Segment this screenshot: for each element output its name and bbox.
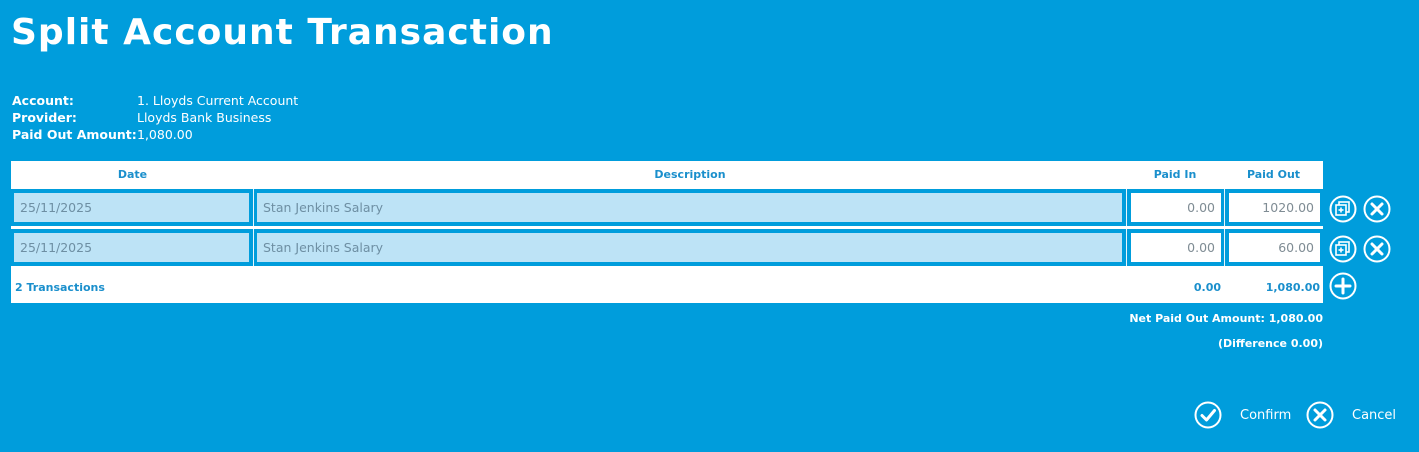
paid-out-total: 1,080.00 [1265,281,1320,294]
check-circle-icon [1194,401,1222,429]
column-divider [1224,189,1225,226]
page-title: Split Account Transaction [11,12,554,53]
date-field[interactable]: 25/11/2025 [14,193,249,222]
paid-in-total: 0.00 [1193,281,1221,294]
date-field[interactable]: 25/11/2025 [14,233,249,262]
column-header-paid-in: Paid In [1153,168,1197,181]
column-divider [253,229,254,266]
paid-out-amount-label: Paid Out Amount: [12,127,137,142]
close-circle-icon [1363,195,1391,223]
cancel-label: Cancel [1352,407,1397,423]
account-label: Account: [12,93,74,108]
column-divider [1224,229,1225,266]
column-divider [253,189,254,226]
difference-amount: (Difference 0.00) [1218,337,1323,350]
table-row: 25/11/2025 Stan Jenkins Salary 0.00 1020… [11,189,1323,226]
cancel-button[interactable]: Cancel [1306,401,1396,429]
column-divider [1126,189,1127,226]
account-value: 1. Lloyds Current Account [137,93,299,108]
provider-label: Provider: [12,110,77,125]
net-paid-out-amount: Net Paid Out Amount: 1,080.00 [1129,312,1323,325]
paid-in-input[interactable]: 0.00 [1131,193,1221,222]
column-header-date: Date [117,168,148,181]
confirm-button[interactable]: Confirm [1194,401,1291,429]
description-field[interactable]: Stan Jenkins Salary [257,233,1122,262]
remove-row-button[interactable] [1363,235,1391,263]
confirm-label: Confirm [1240,407,1292,423]
column-header-paid-out: Paid Out [1246,168,1301,181]
remove-row-button[interactable] [1363,195,1391,223]
split-transactions-table: Date Description Paid In Paid Out 25/11/… [11,161,1323,303]
copy-row-button[interactable] [1329,235,1357,263]
plus-circle-icon [1329,272,1357,300]
copy-icon [1329,235,1357,263]
add-row-button[interactable] [1329,272,1357,300]
copy-row-button[interactable] [1329,195,1357,223]
column-header-description: Description [654,168,726,181]
column-divider [1126,229,1127,266]
provider-value: Lloyds Bank Business [137,110,272,125]
transaction-count: 2 Transactions [15,281,105,294]
description-field[interactable]: Stan Jenkins Salary [257,193,1122,222]
paid-out-input[interactable]: 60.00 [1229,233,1320,262]
table-row: 25/11/2025 Stan Jenkins Salary 0.00 60.0… [11,229,1323,266]
paid-out-amount-value: 1,080.00 [137,127,193,142]
close-circle-icon [1306,401,1334,429]
paid-out-input[interactable]: 1020.00 [1229,193,1320,222]
close-circle-icon [1363,235,1391,263]
copy-icon [1329,195,1357,223]
paid-in-input[interactable]: 0.00 [1131,233,1221,262]
